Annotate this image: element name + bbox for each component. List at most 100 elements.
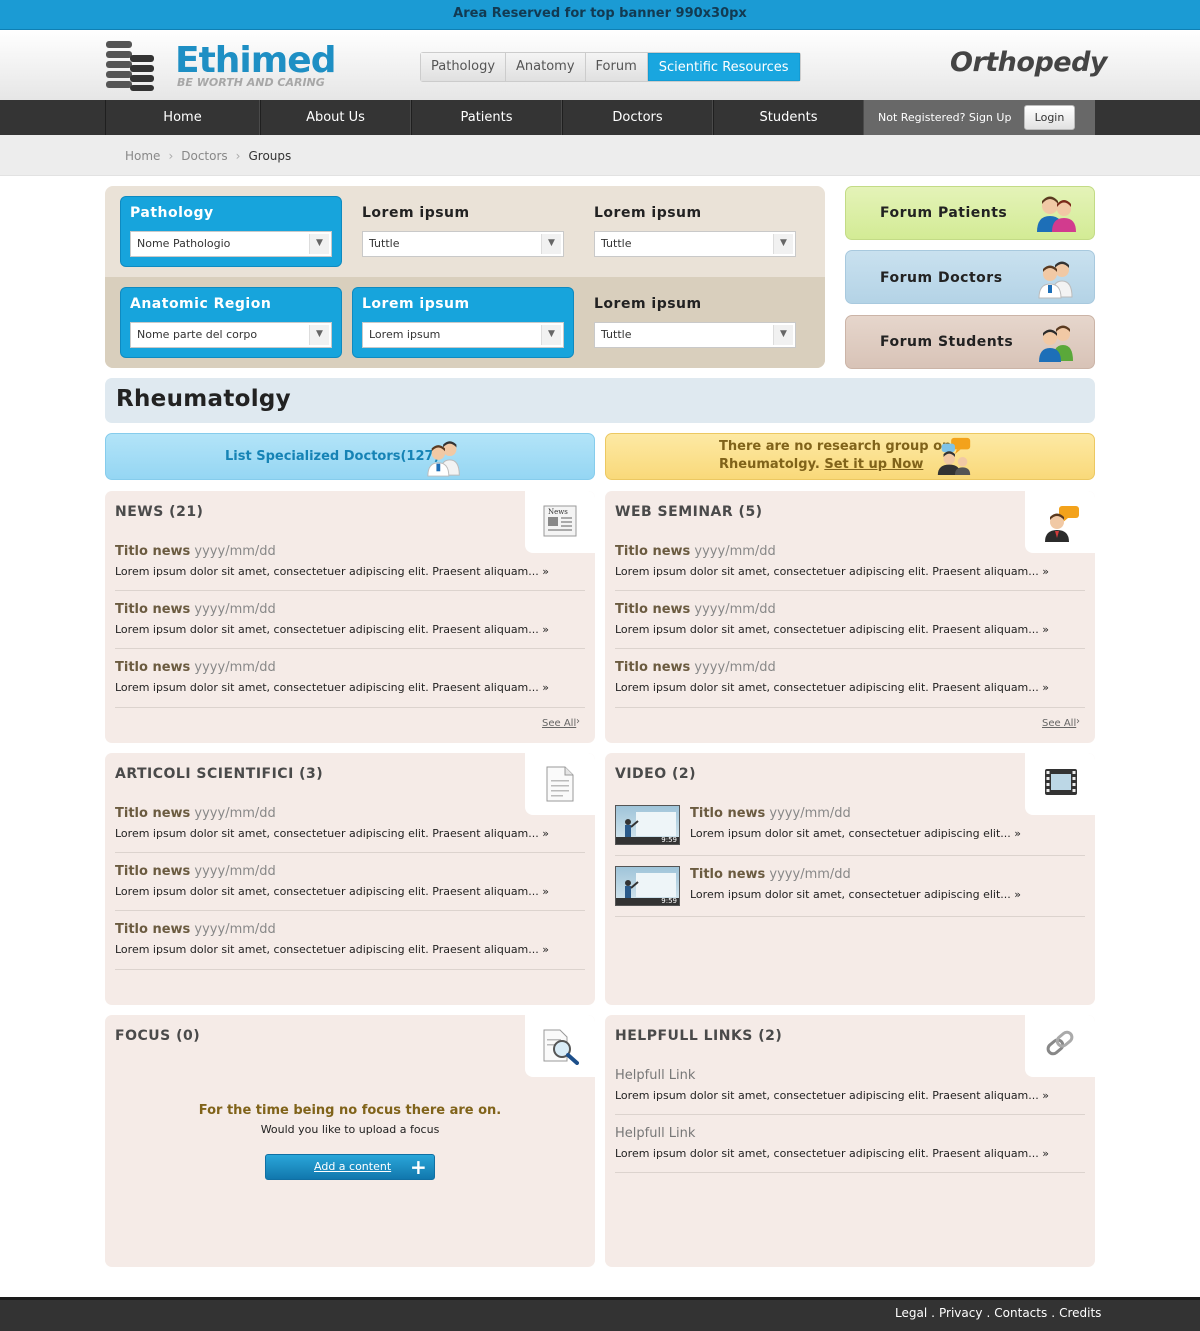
news-item-heading[interactable]: Titlo news — [115, 660, 190, 675]
chevron-down-icon[interactable]: ▼ — [541, 234, 561, 254]
article-item-date: yyyy/mm/dd — [194, 806, 276, 821]
top-nav-anatomy[interactable]: Anatomy — [506, 53, 586, 81]
article-item-heading[interactable]: Titlo news — [115, 864, 190, 879]
article-item-title[interactable]: Titlo news yyyy/mm/dd — [115, 922, 276, 937]
seminar-item-date: yyyy/mm/dd — [694, 602, 776, 617]
footer-link-contacts[interactable]: Contacts — [994, 1306, 1047, 1320]
divider — [615, 855, 1085, 856]
news-see-all-link[interactable]: See All — [542, 718, 576, 729]
forum-students-label[interactable]: Forum Students — [880, 334, 1013, 350]
news-item-title[interactable]: Titlo news yyyy/mm/dd — [115, 544, 276, 559]
filter-6-value: Tuttle — [601, 328, 632, 341]
seminar-item-date: yyyy/mm/dd — [694, 544, 776, 559]
article-item-text[interactable]: Lorem ipsum dolor sit amet, consectetuer… — [115, 885, 549, 898]
main-nav-patients[interactable]: Patients — [411, 100, 562, 135]
filter-6-select[interactable]: Tuttle ▼ — [594, 322, 796, 348]
news-item-text[interactable]: Lorem ipsum dolor sit amet, consectetuer… — [115, 565, 549, 578]
article-item-heading[interactable]: Titlo news — [115, 806, 190, 821]
footer-link-credits[interactable]: Credits — [1059, 1306, 1101, 1320]
top-nav-scientific-resources[interactable]: Scientific Resources — [647, 53, 800, 81]
filter-5-label: Lorem ipsum — [362, 296, 470, 312]
helpful-link-title[interactable]: Helpfull Link — [615, 1068, 695, 1083]
breadcrumb-home[interactable]: Home — [125, 149, 160, 163]
filter-3-select[interactable]: Tuttle ▼ — [594, 231, 796, 257]
seminar-see-all-link[interactable]: See All — [1042, 718, 1076, 729]
helpful-links-panel — [605, 1015, 1095, 1267]
news-item-heading[interactable]: Titlo news — [115, 544, 190, 559]
chevron-down-icon[interactable]: ▼ — [309, 234, 329, 254]
main-nav-students[interactable]: Students — [713, 100, 864, 135]
seminar-item-text[interactable]: Lorem ipsum dolor sit amet, consectetuer… — [615, 623, 1049, 636]
video-item-heading[interactable]: Titlo news — [690, 806, 765, 821]
helpful-link-title[interactable]: Helpfull Link — [615, 1126, 695, 1141]
add-content-label[interactable]: Add a content — [314, 1160, 391, 1173]
seminar-item-heading[interactable]: Titlo news — [615, 660, 690, 675]
article-item-heading[interactable]: Titlo news — [115, 922, 190, 937]
article-item-text[interactable]: Lorem ipsum dolor sit amet, consectetuer… — [115, 943, 549, 956]
video-item-date: yyyy/mm/dd — [769, 867, 851, 882]
seminar-item-title[interactable]: Titlo news yyyy/mm/dd — [615, 602, 776, 617]
divider — [615, 707, 1085, 708]
students-icon — [1039, 325, 1073, 362]
helpful-link-text[interactable]: Lorem ipsum dolor sit amet, consectetuer… — [615, 1089, 1049, 1102]
anatomic-select-value: Nome parte del corpo — [137, 328, 258, 341]
helpful-link-text[interactable]: Lorem ipsum dolor sit amet, consectetuer… — [615, 1147, 1049, 1160]
news-item-text[interactable]: Lorem ipsum dolor sit amet, consectetuer… — [115, 623, 549, 636]
main-nav-about-us[interactable]: About Us — [260, 100, 411, 135]
breadcrumb-groups: Groups — [248, 149, 292, 163]
breadcrumb: Home › Doctors › Groups — [125, 149, 291, 163]
web-seminar-title: WEB SEMINAR (5) — [615, 504, 763, 520]
footer-link-legal[interactable]: Legal — [895, 1306, 927, 1320]
seminar-item-text[interactable]: Lorem ipsum dolor sit amet, consectetuer… — [615, 565, 1049, 578]
seminar-item-title[interactable]: Titlo news yyyy/mm/dd — [615, 660, 776, 675]
news-item-title[interactable]: Titlo news yyyy/mm/dd — [115, 602, 276, 617]
top-nav-forum[interactable]: Forum — [585, 53, 648, 81]
main-nav-home[interactable]: Home — [105, 100, 260, 135]
video-thumbnail[interactable]: 9:59 — [615, 866, 680, 906]
doctors-icon — [427, 441, 460, 477]
plus-icon[interactable]: + — [410, 1155, 427, 1179]
seminar-item-heading[interactable]: Titlo news — [615, 544, 690, 559]
footer-link-privacy[interactable]: Privacy — [939, 1306, 982, 1320]
forum-patients-label[interactable]: Forum Patients — [880, 205, 1007, 221]
seminar-item-heading[interactable]: Titlo news — [615, 602, 690, 617]
video-item-heading[interactable]: Titlo news — [690, 867, 765, 882]
breadcrumb-doctors[interactable]: Doctors — [181, 149, 227, 163]
top-nav-pathology[interactable]: Pathology — [421, 53, 507, 81]
filter-2-select[interactable]: Tuttle ▼ — [362, 231, 564, 257]
article-item-text[interactable]: Lorem ipsum dolor sit amet, consectetuer… — [115, 827, 549, 840]
video-item-text[interactable]: Lorem ipsum dolor sit amet, consectetuer… — [690, 827, 1021, 840]
signup-link[interactable]: Not Registered? Sign Up — [878, 100, 1011, 135]
chevron-down-icon[interactable]: ▼ — [773, 325, 793, 345]
filter-5-select[interactable]: Lorem ipsum ▼ — [362, 322, 564, 348]
logo-text[interactable]: Ethimed — [175, 40, 336, 81]
specialized-doctors-link[interactable]: List Specialized Doctors(127) — [225, 449, 440, 464]
forum-doctors-label[interactable]: Forum Doctors — [880, 270, 1003, 286]
chevron-down-icon[interactable]: ▼ — [309, 325, 329, 345]
seminar-item-text[interactable]: Lorem ipsum dolor sit amet, consectetuer… — [615, 681, 1049, 694]
research-line-1: There are no research group on — [719, 439, 952, 454]
news-item-text[interactable]: Lorem ipsum dolor sit amet, consectetuer… — [115, 681, 549, 694]
video-item-text[interactable]: Lorem ipsum dolor sit amet, consectetuer… — [690, 888, 1021, 901]
news-item-title[interactable]: Titlo news yyyy/mm/dd — [115, 660, 276, 675]
news-item-heading[interactable]: Titlo news — [115, 602, 190, 617]
anatomic-select[interactable]: Nome parte del corpo ▼ — [130, 322, 332, 348]
seminar-item-title[interactable]: Titlo news yyyy/mm/dd — [615, 544, 776, 559]
footer-separator: . — [986, 1306, 991, 1320]
main-nav-doctors[interactable]: Doctors — [562, 100, 713, 135]
filter-5-value: Lorem ipsum — [369, 328, 441, 341]
video-thumbnail[interactable]: 9:59 — [615, 805, 680, 845]
setup-research-link[interactable]: Set it up Now — [824, 457, 923, 472]
chevron-down-icon[interactable]: ▼ — [541, 325, 561, 345]
group-chat-icon — [937, 437, 971, 476]
login-button[interactable]: Login — [1024, 105, 1075, 130]
pathology-select[interactable]: Nome Pathologio ▼ — [130, 231, 332, 257]
video-item-title[interactable]: Titlo news yyyy/mm/dd — [690, 806, 851, 821]
logo-tagline: BE WORTH AND CARING — [177, 76, 325, 89]
article-item-title[interactable]: Titlo news yyyy/mm/dd — [115, 864, 276, 879]
chevron-down-icon[interactable]: ▼ — [773, 234, 793, 254]
video-item-title[interactable]: Titlo news yyyy/mm/dd — [690, 867, 851, 882]
footer-separator: . — [931, 1306, 935, 1320]
article-item-title[interactable]: Titlo news yyyy/mm/dd — [115, 806, 276, 821]
divider — [115, 910, 585, 911]
